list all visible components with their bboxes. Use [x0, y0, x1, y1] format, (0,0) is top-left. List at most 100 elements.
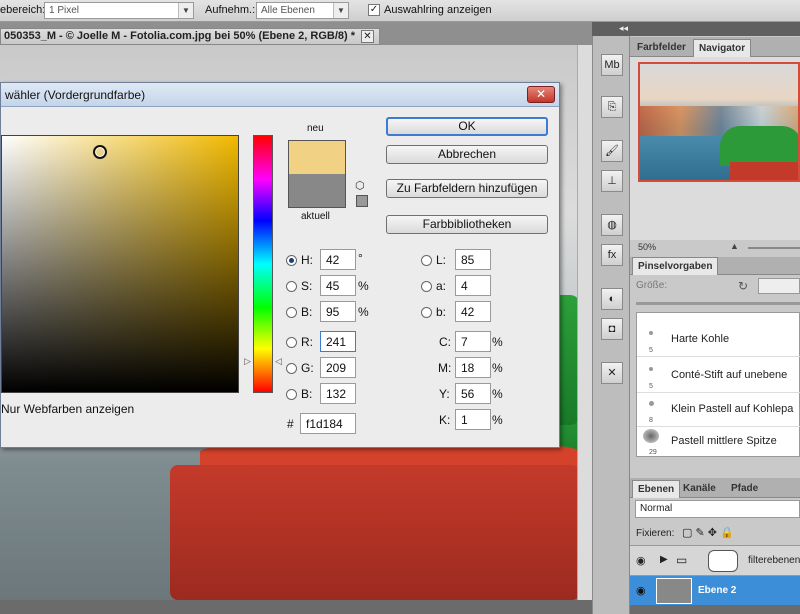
expand-group-icon[interactable]: ▶ [660, 554, 668, 565]
b-channel-radio[interactable] [421, 307, 432, 318]
hue-slider-arrow-left[interactable]: ▷ [244, 356, 251, 367]
black-input[interactable]: 1 [455, 409, 491, 430]
add-to-swatches-button[interactable]: Zu Farbfeldern hinzufügen [386, 179, 548, 198]
layer-comps-icon[interactable]: ⎘ [601, 96, 623, 118]
close-document-button[interactable]: ✕ [361, 30, 374, 43]
navigator-thumbnail[interactable] [638, 62, 800, 182]
brush-icon[interactable]: 🖌 [601, 140, 623, 162]
web-safe-swatch[interactable] [356, 195, 368, 207]
sample-layers-select[interactable]: Alle Ebenen ▼ [256, 2, 349, 19]
cancel-button[interactable]: Abbrechen [386, 145, 548, 164]
lock-label: Fixieren: [636, 528, 675, 539]
green-radio[interactable] [286, 363, 297, 374]
tab-navigator[interactable]: Navigator [693, 39, 752, 57]
black-unit: % [492, 413, 503, 427]
b-channel-input[interactable]: 42 [455, 301, 491, 322]
eye-icon[interactable]: ◉ [636, 554, 646, 567]
mask-icon[interactable]: ◘ [601, 318, 623, 340]
blend-mode-select[interactable]: Normal [635, 500, 800, 518]
brush-size: 29 [649, 449, 657, 456]
color-field-cursor[interactable] [93, 145, 107, 159]
hex-input[interactable]: f1d184 [300, 413, 356, 434]
cyan-unit: % [492, 335, 503, 349]
canvas-vertical-scrollbar[interactable] [577, 45, 592, 600]
tab-channels[interactable]: Kanäle [678, 480, 721, 498]
b-channel-label: b: [436, 305, 447, 319]
layer-mask-thumbnail[interactable] [708, 550, 738, 572]
blue-radio[interactable] [286, 389, 297, 400]
zoom-out-icon[interactable]: ▲ [730, 241, 739, 251]
brush-size-slider[interactable] [636, 302, 800, 305]
dialog-title-bar[interactable]: wähler (Vordergrundfarbe) [1, 83, 559, 107]
tab-brush-presets[interactable]: Pinselvorgaben [632, 257, 719, 275]
list-item[interactable]: Conté-Stift auf unebene 5 [637, 357, 800, 393]
brightness-input[interactable]: 95 [320, 301, 356, 322]
brush-size-field[interactable] [758, 278, 800, 294]
hue-radio[interactable] [286, 255, 297, 266]
a-channel-radio[interactable] [421, 281, 432, 292]
document-tab[interactable]: 050353_M - © Joelle M - Fotolia.com.jpg … [0, 28, 380, 45]
dialog-title: wähler (Vordergrundfarbe) [5, 88, 146, 102]
gamut-cube-icon[interactable]: ⬡ [355, 179, 365, 192]
tab-swatches[interactable]: Farbfelder [632, 39, 691, 57]
red-radio[interactable] [286, 337, 297, 348]
brush-name: Conté-Stift auf unebene [671, 369, 788, 381]
green-input[interactable]: 209 [320, 357, 356, 378]
cyan-input[interactable]: 7 [455, 331, 491, 352]
a-channel-input[interactable]: 4 [455, 275, 491, 296]
layer-name: filterebenen [748, 555, 800, 566]
sample-size-select[interactable]: 1 Pixel ▼ [44, 2, 194, 19]
list-item[interactable]: Harte Kohle 5 [637, 321, 800, 357]
navigator-panel: 50% ▲ [630, 57, 800, 252]
layer-row[interactable]: ◉ Ebene 2 [630, 575, 800, 605]
zoom-slider[interactable] [748, 247, 800, 249]
hue-input[interactable]: 42 [320, 249, 356, 270]
yellow-input[interactable]: 56 [455, 383, 491, 404]
clone-stamp-icon[interactable]: ⊥ [601, 170, 623, 192]
magenta-label: M: [438, 361, 452, 375]
brightness-value: 95 [326, 305, 340, 319]
ok-button[interactable]: OK [386, 117, 548, 136]
web-colors-only-label[interactable]: Nur Webfarben anzeigen [1, 402, 134, 416]
current-color-swatch[interactable] [288, 174, 346, 208]
sampling-ring-checkbox[interactable]: ✓ [368, 4, 380, 16]
collapse-panels-icon[interactable]: ◂◂ [619, 23, 628, 34]
magenta-input[interactable]: 18 [455, 357, 491, 378]
palette-icon[interactable]: ◍ [601, 214, 623, 236]
brightness-radio[interactable] [286, 307, 297, 318]
contrast-icon[interactable]: ◐ [601, 288, 623, 310]
brush-tip-icon [649, 331, 653, 335]
brightness-label: B: [301, 305, 313, 319]
hue-value: 42 [326, 253, 340, 267]
lightness-radio[interactable] [421, 255, 432, 266]
yellow-unit: % [492, 387, 503, 401]
list-item[interactable]: Klein Pastell auf Kohlepa 8 [637, 391, 800, 427]
close-dialog-button[interactable]: ✕ [527, 86, 555, 103]
reset-size-icon[interactable]: ↻ [738, 279, 748, 293]
layers-tabs: Ebenen Kanäle Pfade [630, 478, 800, 498]
mini-bridge-icon[interactable]: Mb [601, 54, 623, 76]
fx-icon[interactable]: fx [601, 244, 623, 266]
tab-paths[interactable]: Pfade [726, 480, 763, 498]
navigator-zoom-value[interactable]: 50% [638, 242, 678, 254]
layer-row[interactable]: ◉ ▶ ▭ filterebenen [630, 545, 800, 575]
saturation-value: 45 [326, 279, 340, 293]
brush-preset-list[interactable]: Harte Kohle 5 Conté-Stift auf unebene 5 … [636, 312, 800, 457]
saturation-radio[interactable] [286, 281, 297, 292]
lightness-input[interactable]: 85 [455, 249, 491, 270]
color-libraries-button[interactable]: Farbbibliotheken [386, 215, 548, 234]
blue-input[interactable]: 132 [320, 383, 356, 404]
tab-layers[interactable]: Ebenen [632, 480, 681, 498]
red-input[interactable]: 241 [320, 331, 356, 352]
saturation-input[interactable]: 45 [320, 275, 356, 296]
hue-slider-arrow-right[interactable]: ◁ [275, 356, 282, 367]
color-field[interactable] [1, 135, 239, 393]
black-value: 1 [461, 413, 468, 427]
lock-icons[interactable]: ▢ ✎ ✥ 🔒 [682, 526, 734, 539]
list-item[interactable]: Pastell mittlere Spitze 29 [637, 423, 800, 459]
blue-label: B: [301, 387, 313, 401]
eye-icon[interactable]: ◉ [636, 584, 646, 597]
hue-slider[interactable] [253, 135, 273, 393]
magenta-unit: % [492, 361, 503, 375]
tools-icon[interactable]: ✕ [601, 362, 623, 384]
